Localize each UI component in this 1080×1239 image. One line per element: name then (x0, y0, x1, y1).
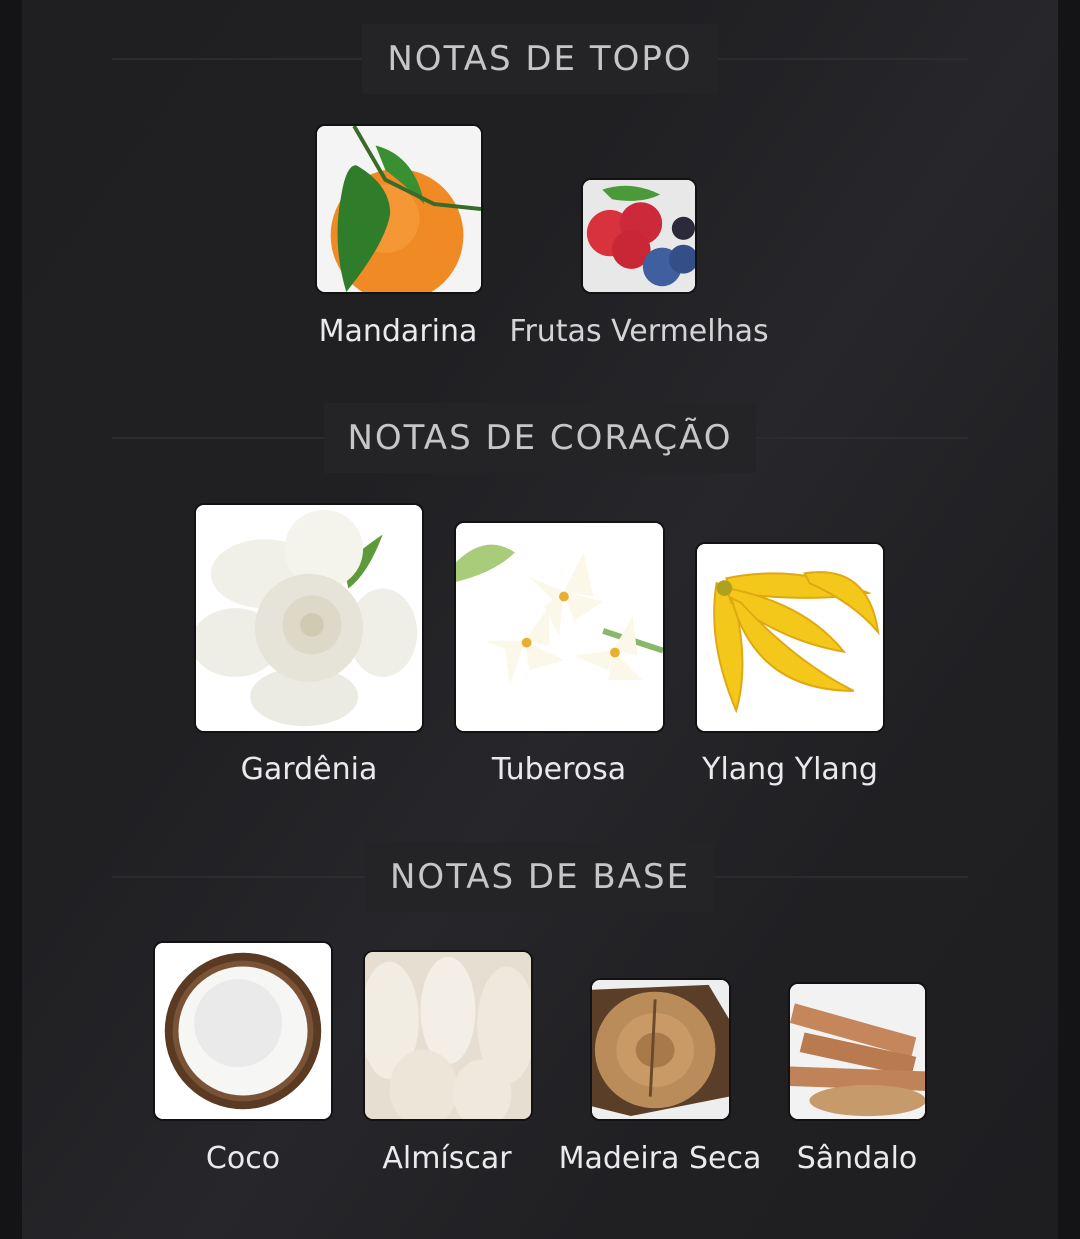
note-label: Frutas Vermelhas (509, 314, 769, 349)
divider-line (756, 437, 968, 439)
tuberose-icon (454, 521, 665, 733)
section-title-top-notes: NOTAS DE TOPO (22, 24, 1058, 94)
gardenia-icon (194, 503, 424, 733)
coconut-icon (153, 941, 333, 1121)
note-label: Sândalo (796, 1141, 918, 1176)
divider-line (715, 876, 968, 878)
section-title-base-notes: NOTAS DE BASE (22, 842, 1058, 912)
divider-line (112, 876, 365, 878)
section-heading: NOTAS DE CORAÇÃO (324, 403, 756, 473)
dry-wood-icon (590, 978, 731, 1121)
section-heading: NOTAS DE TOPO (362, 24, 718, 94)
divider-line (112, 58, 362, 60)
section-heading: NOTAS DE BASE (365, 842, 715, 912)
divider-line (112, 437, 324, 439)
musk-icon (363, 950, 533, 1121)
ylang-ylang-icon (695, 542, 885, 733)
section-title-heart-notes: NOTAS DE CORAÇÃO (22, 403, 1058, 473)
sandalwood-icon (788, 982, 927, 1121)
red-berries-icon (581, 178, 697, 294)
fragrance-notes-panel: NOTAS DE TOPO Mandarina Frutas Vermelhas… (22, 0, 1058, 1239)
mandarin-icon (315, 124, 483, 294)
note-label: Ylang Ylang (702, 752, 878, 787)
divider-line (718, 58, 968, 60)
